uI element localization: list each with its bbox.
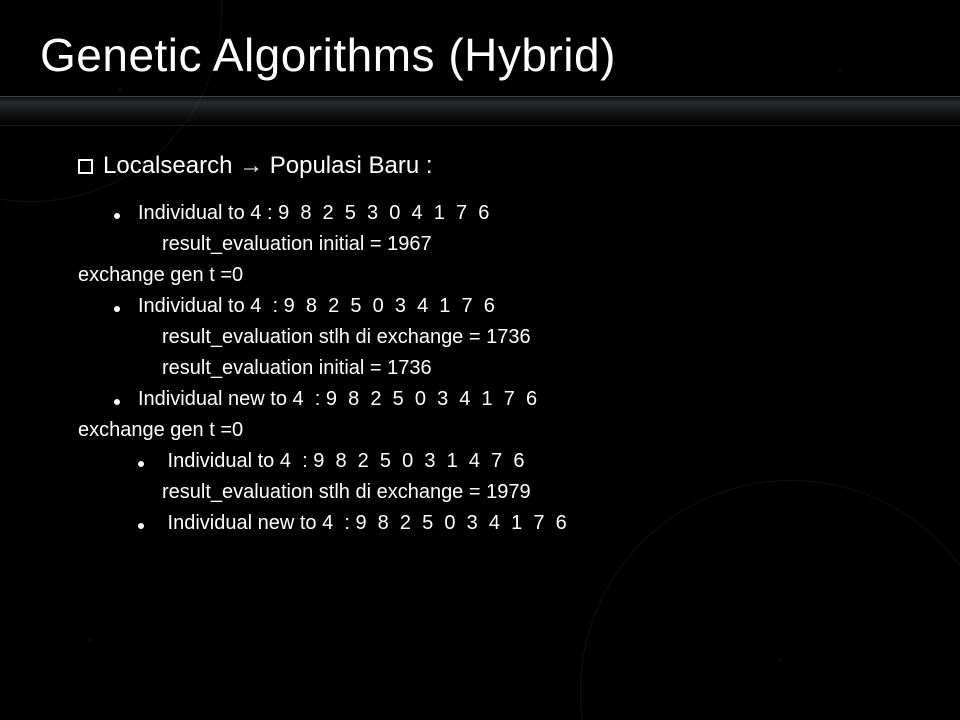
slide-body: Localsearch → Populasi Baru : Individual… [0,126,960,539]
list-item-text: Individual to 4 : 9 8 2 5 3 0 4 1 7 6 [138,198,489,229]
list-item-text: exchange gen t =0 [78,415,243,446]
list-item: result_evaluation initial = 1736 [114,353,920,384]
section-heading: Localsearch → Populasi Baru : [103,152,433,180]
body-list: Individual to 4 : 9 8 2 5 3 0 4 1 7 6res… [78,198,920,539]
list-item-text: exchange gen t =0 [78,260,243,291]
list-item-text: result_evaluation stlh di exchange = 197… [162,477,531,508]
list-item: exchange gen t =0 [78,415,920,446]
list-item: Individual to 4 : 9 8 2 5 0 3 1 4 7 6 [114,446,920,477]
list-item: exchange gen t =0 [78,260,920,291]
disc-bullet-icon [138,461,144,467]
list-item: Individual to 4 : 9 8 2 5 0 3 4 1 7 6 [114,291,920,322]
title-divider-band [0,96,960,126]
list-item: Individual to 4 : 9 8 2 5 3 0 4 1 7 6 [114,198,920,229]
list-item-text: Individual new to 4 : 9 8 2 5 0 3 4 1 7 … [138,384,537,415]
list-item-text: Individual new to 4 : 9 8 2 5 0 3 4 1 7 … [162,508,567,539]
list-item: Individual new to 4 : 9 8 2 5 0 3 4 1 7 … [114,384,920,415]
disc-bullet-icon [114,306,120,312]
list-item-text: result_evaluation stlh di exchange = 173… [162,322,531,353]
list-item: result_evaluation initial = 1967 [114,229,920,260]
disc-bullet-icon [114,399,120,405]
disc-bullet-icon [138,523,144,529]
list-item-text: result_evaluation initial = 1967 [162,229,432,260]
list-item-text: Individual to 4 : 9 8 2 5 0 3 1 4 7 6 [162,446,524,477]
slide-title: Genetic Algorithms (Hybrid) [40,28,920,82]
list-item-text: result_evaluation initial = 1736 [162,353,432,384]
section-heading-row: Localsearch → Populasi Baru : [78,152,920,180]
list-item: result_evaluation stlh di exchange = 197… [114,477,920,508]
list-item: Individual new to 4 : 9 8 2 5 0 3 4 1 7 … [114,508,920,539]
title-area: Genetic Algorithms (Hybrid) [0,0,960,96]
square-bullet-icon [78,159,93,174]
disc-bullet-icon [114,213,120,219]
list-item-text: Individual to 4 : 9 8 2 5 0 3 4 1 7 6 [138,291,495,322]
list-item: result_evaluation stlh di exchange = 173… [114,322,920,353]
